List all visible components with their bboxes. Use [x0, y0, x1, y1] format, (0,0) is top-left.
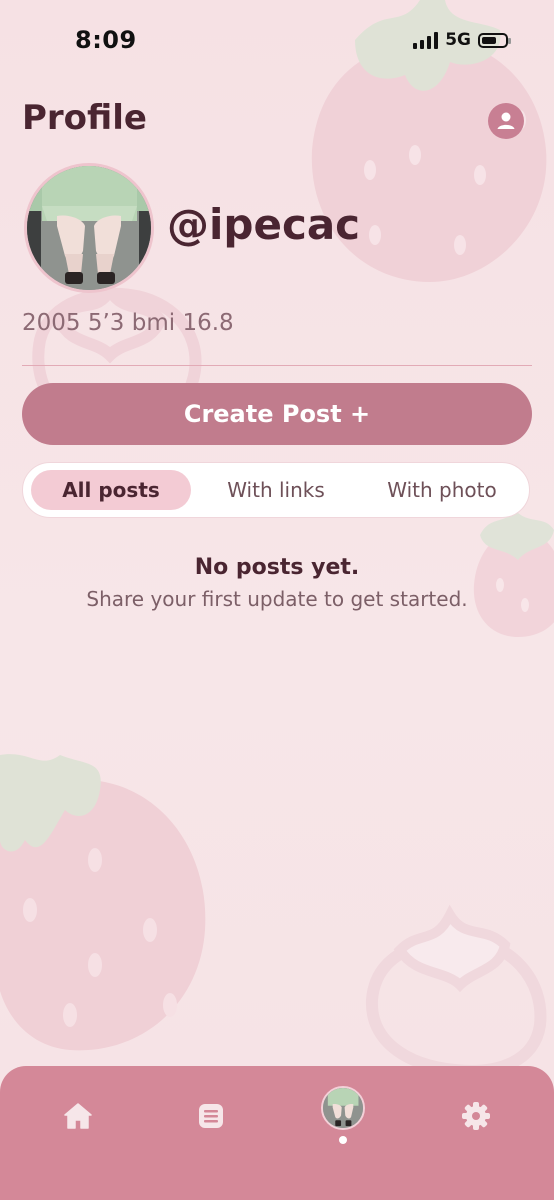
- bottom-nav: [0, 1066, 554, 1200]
- profile-screen: Profile @ipecac 2005 5’3 bmi 16.8 Create…: [0, 0, 554, 1200]
- divider: [22, 365, 532, 366]
- network-label: 5G: [445, 30, 471, 50]
- list-icon[interactable]: [189, 1094, 233, 1138]
- create-post-button[interactable]: Create Post +: [22, 383, 532, 445]
- profile-bio: 2005 5’3 bmi 16.8: [22, 310, 234, 336]
- avatar[interactable]: [24, 163, 154, 293]
- empty-state-subtitle: Share your first update to get started.: [86, 587, 468, 611]
- empty-state-title: No posts yet.: [194, 555, 360, 580]
- account-icon[interactable]: [488, 103, 524, 139]
- signal-icon: [413, 31, 439, 49]
- tab-with-links[interactable]: With links: [195, 470, 357, 510]
- status-bar: 8:09 5G: [0, 0, 554, 84]
- profile-avatar[interactable]: [321, 1086, 365, 1130]
- home-icon[interactable]: [56, 1094, 100, 1138]
- status-time: 8:09: [75, 26, 137, 54]
- settings-gear-icon[interactable]: [454, 1094, 498, 1138]
- status-indicators: 5G: [413, 30, 511, 50]
- active-indicator: [339, 1136, 347, 1144]
- tab-all-posts[interactable]: All posts: [31, 470, 191, 510]
- username: @ipecac: [167, 200, 361, 249]
- post-filter-tabs: All posts With links With photo: [22, 462, 530, 518]
- page-title: Profile: [22, 98, 147, 138]
- battery-icon: [478, 32, 511, 48]
- tab-with-photo[interactable]: With photo: [361, 470, 523, 510]
